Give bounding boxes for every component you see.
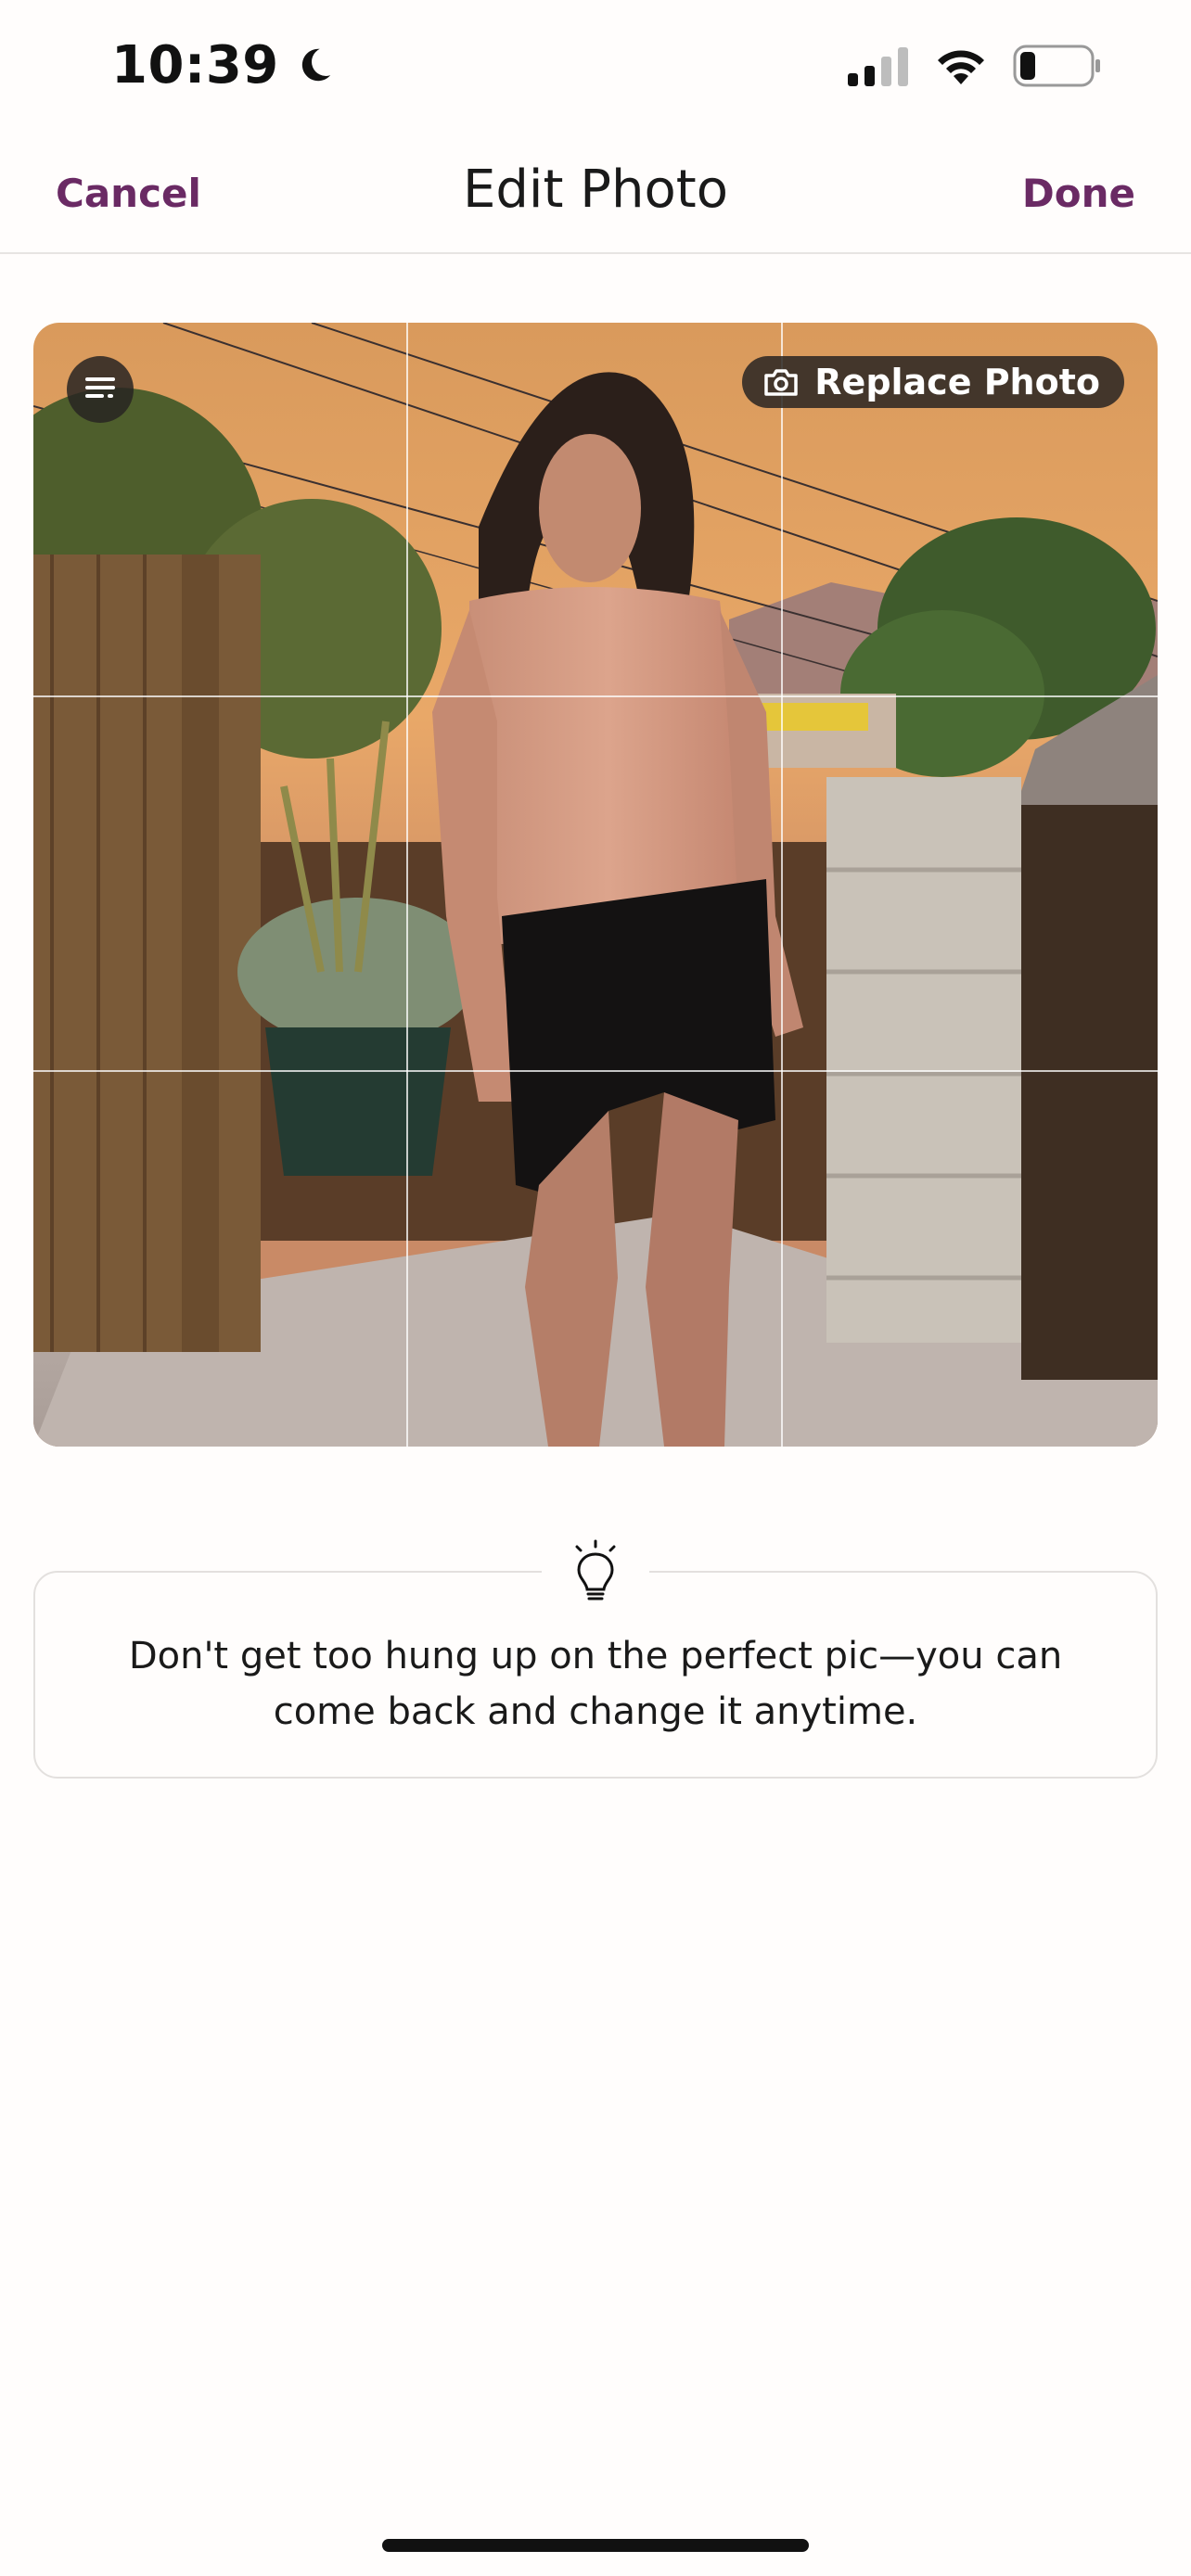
edit-photo-screen: 10:39 Cancel Edit Photo Done Replace Pho… <box>0 0 1191 2576</box>
crop-grid-line <box>781 323 783 1447</box>
align-menu-button[interactable] <box>67 356 134 423</box>
battery-icon <box>1013 45 1100 87</box>
page-title: Edit Photo <box>463 159 728 220</box>
lightbulb-icon <box>575 1539 616 1600</box>
camera-icon <box>764 369 799 396</box>
nav-header: Cancel Edit Photo Done <box>0 148 1191 252</box>
tip-badge <box>542 1526 649 1619</box>
crop-grid-line <box>33 695 1158 697</box>
status-time: 10:39 <box>111 35 335 96</box>
replace-photo-label: Replace Photo <box>814 362 1100 402</box>
crop-grid-line <box>406 323 408 1447</box>
wifi-icon <box>938 50 984 84</box>
done-button[interactable]: Done <box>1022 171 1135 216</box>
crop-grid-line <box>33 1070 1158 1072</box>
photo-crop-area[interactable]: Replace Photo <box>33 323 1158 1447</box>
home-indicator <box>382 2539 809 2552</box>
align-menu-icon <box>85 377 115 398</box>
photo-image <box>33 323 1158 1447</box>
cellular-signal-icon <box>848 47 908 86</box>
replace-photo-button[interactable]: Replace Photo <box>742 356 1124 408</box>
tip-text: Don't get too hung up on the perfect pic… <box>128 1635 1063 1733</box>
moon-icon <box>301 48 330 81</box>
status-icons <box>848 45 1102 87</box>
header-divider <box>0 252 1191 254</box>
